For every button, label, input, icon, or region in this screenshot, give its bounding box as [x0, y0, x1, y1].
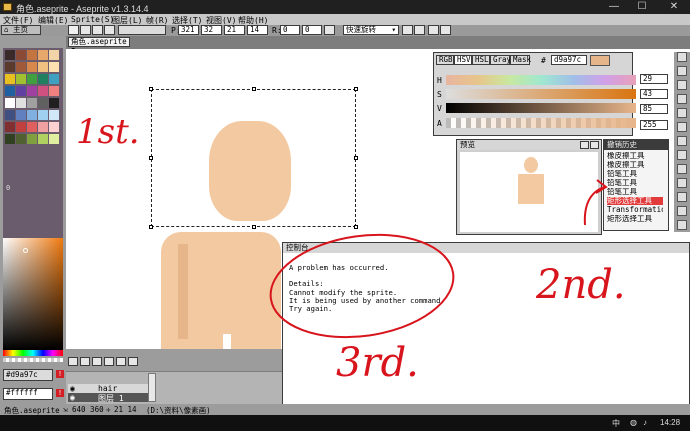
- annotation-second: 2nd.: [536, 262, 626, 308]
- annotation-arrowhead: [595, 179, 608, 194]
- annotation-arrow: [583, 186, 605, 226]
- annotation-first: 1st.: [76, 112, 140, 152]
- annotation-circle: [269, 233, 455, 339]
- annotation-third: 3rd.: [336, 340, 419, 386]
